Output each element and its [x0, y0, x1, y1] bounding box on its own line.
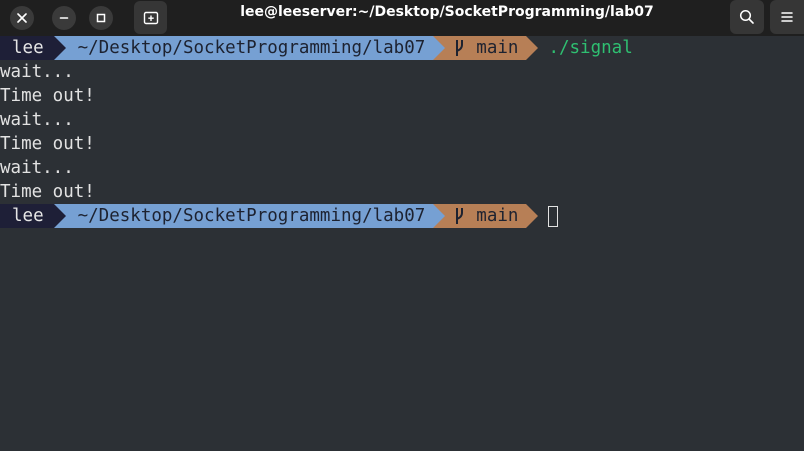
- git-branch-icon: [456, 40, 464, 56]
- git-branch-icon: [456, 208, 464, 224]
- maximize-icon: [96, 13, 106, 23]
- search-icon: [739, 9, 754, 24]
- minimize-icon: [59, 17, 69, 19]
- output-line: wait...: [0, 62, 74, 82]
- prompt-separator: [433, 36, 446, 60]
- new-tab-button[interactable]: [134, 1, 167, 34]
- prompt-git-segment: main: [445, 36, 527, 60]
- prompt-separator: [53, 204, 66, 228]
- prompt-path: ~/Desktop/SocketProgramming/lab07: [65, 36, 434, 60]
- prompt-branch: main: [476, 206, 519, 226]
- prompt-separator: [526, 36, 539, 60]
- command-text: ./signal: [548, 38, 633, 58]
- close-icon: [17, 13, 27, 23]
- window-title: lee@leeserver:~/Desktop/SocketProgrammin…: [240, 4, 654, 20]
- prompt-user: lee: [0, 204, 54, 228]
- prompt-git-segment: main: [445, 204, 527, 228]
- prompt-separator: [526, 204, 539, 228]
- prompt-path: ~/Desktop/SocketProgramming/lab07: [65, 204, 434, 228]
- output-line: Time out!: [0, 182, 95, 202]
- terminal-content[interactable]: lee ~/Desktop/SocketProgramming/lab07 ma…: [0, 36, 804, 451]
- prompt-branch: main: [476, 38, 519, 58]
- title-bar: lee@leeserver:~/Desktop/SocketProgrammin…: [0, 0, 804, 36]
- search-button[interactable]: [730, 0, 764, 34]
- output-line: Time out!: [0, 134, 95, 154]
- text-cursor: [548, 205, 559, 227]
- menu-icon: [781, 12, 793, 22]
- prompt-line: lee ~/Desktop/SocketProgramming/lab07 ma…: [0, 36, 804, 60]
- menu-button[interactable]: [770, 0, 804, 34]
- prompt-line: lee ~/Desktop/SocketProgramming/lab07 ma…: [0, 204, 804, 228]
- output-line: wait...: [0, 110, 74, 130]
- minimize-button[interactable]: [52, 6, 76, 30]
- output-line: wait...: [0, 158, 74, 178]
- prompt: lee ~/Desktop/SocketProgramming/lab07 ma…: [0, 204, 539, 228]
- output-line: Time out!: [0, 86, 95, 106]
- prompt-separator: [53, 36, 66, 60]
- prompt: lee ~/Desktop/SocketProgramming/lab07 ma…: [0, 36, 539, 60]
- close-button[interactable]: [10, 6, 34, 30]
- new-tab-icon: [143, 11, 158, 24]
- prompt-user: lee: [0, 36, 54, 60]
- prompt-separator: [433, 204, 446, 228]
- maximize-button[interactable]: [89, 6, 113, 30]
- terminal-window: lee@leeserver:~/Desktop/SocketProgrammin…: [0, 0, 804, 451]
